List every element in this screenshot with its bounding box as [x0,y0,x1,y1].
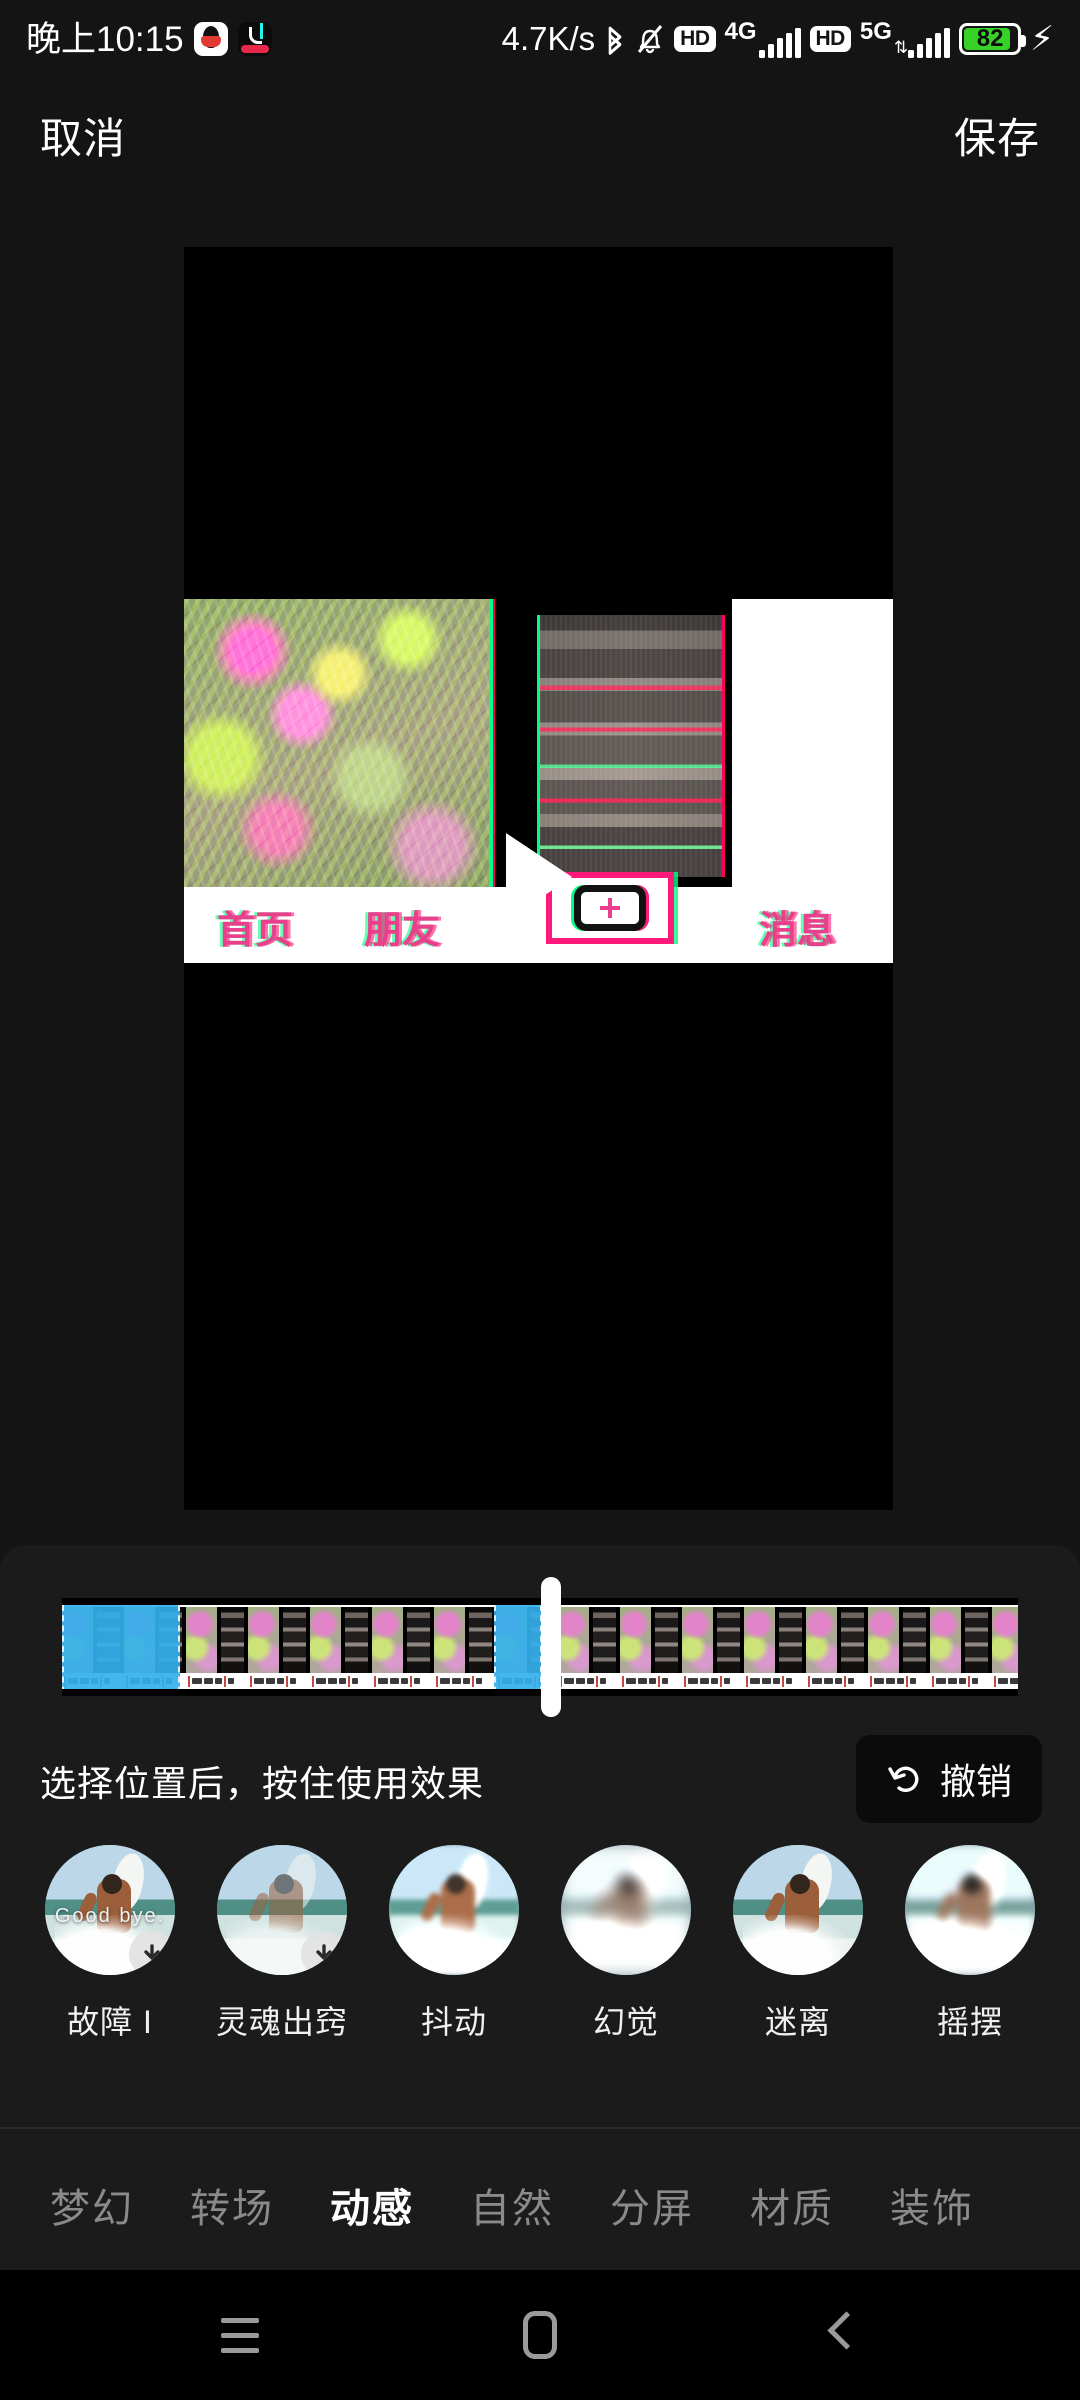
category-tab-4[interactable]: 分屏 [582,2176,722,2234]
timeline-frame [682,1605,744,1689]
home-icon[interactable] [505,2300,575,2370]
status-bar-left: 晚上10:15 [26,22,272,57]
timeline-frame [620,1605,682,1689]
feed-thumbnail-left [184,599,495,887]
hd-badge-sim2: HD [809,26,851,52]
app-screen: 晚上10:15 4.7K/s HD 4G HD 5G ⇅ 82 ⚡ 取消 保存 … [0,0,1080,2400]
effect-thumbnail[interactable] [217,1845,347,1975]
signal-sim2: 5G ⇅ [859,18,951,58]
android-navigation-bar [0,2270,1080,2400]
effect-label: 迷离 [764,2004,831,2040]
effect-label: 灵魂出窍 [215,2004,348,2040]
category-tab-1[interactable]: 转场 [162,2176,302,2234]
timeline-frame [372,1605,434,1689]
effect-thumbnail[interactable] [733,1845,863,1975]
hint-text: 选择位置后，按住使用效果 [40,1763,485,1804]
feed-white-area [732,599,893,887]
bluetooth-icon [604,22,626,56]
status-time: 晚上10:15 [26,19,184,59]
battery-percent: 82 [976,25,1004,52]
applied-effect-band[interactable] [62,1605,180,1689]
effect-item-0[interactable]: Good bye. 故障 I [24,1845,196,2043]
category-tab-3[interactable]: 自然 [442,2176,582,2234]
recorded-tab-messages: 消息 [759,910,836,952]
effect-preview-image [733,1845,863,1975]
status-bar: 晚上10:15 4.7K/s HD 4G HD 5G ⇅ 82 ⚡ [0,0,1080,78]
timeline-frame [930,1605,992,1689]
douyin-icon [237,22,272,56]
panel-divider [0,2127,1080,2129]
download-icon[interactable] [301,1931,347,1975]
effect-item-5[interactable]: 摇摆 [884,1845,1056,2043]
effect-label: 摇摆 [936,2004,1003,2040]
effect-item-3[interactable]: 幻觉 [540,1845,712,2043]
undo-label: 撤销 [939,1761,1012,1802]
effect-thumbnail[interactable]: Good bye. [45,1845,175,1975]
qq-icon [193,22,228,56]
timeline-frame [434,1605,496,1689]
signal-bars-sim1 [758,28,801,58]
effect-preview-image [561,1845,691,1975]
timeline-frame [186,1605,248,1689]
timeline-frame [310,1605,372,1689]
status-bar-right: 4.7K/s HD 4G HD 5G ⇅ 82 ⚡ [502,20,1054,58]
video-timeline[interactable] [62,1598,1018,1696]
data-transfer-icon: ⇅ [893,38,908,57]
timeline-frame [744,1605,806,1689]
signal-bars-sim2 [908,28,951,58]
timeline-frame [806,1605,868,1689]
plus-icon [574,885,646,931]
editor-top-bar: 取消 保存 [0,78,1080,193]
back-icon[interactable] [805,2300,875,2370]
timeline-frame [248,1605,310,1689]
playhead-handle[interactable] [541,1577,561,1717]
effect-item-2[interactable]: 抖动 [368,1845,540,2043]
effect-preview-image [389,1845,519,1975]
category-tab-0[interactable]: 梦幻 [22,2176,162,2234]
video-preview[interactable]: 163 47 首页 朋友 消息 [184,247,893,1510]
charging-bolt-icon: ⚡ [1030,20,1054,58]
recents-icon[interactable] [205,2300,275,2370]
category-tab-6[interactable]: 装饰 [862,2176,1002,2234]
category-tabs[interactable]: 梦幻 转场 动感 自然 分屏 材质 装饰 [0,2145,1080,2265]
effect-item-1[interactable]: 灵魂出窍 [196,1845,368,2043]
effect-label: 幻觉 [592,2004,659,2040]
undo-icon [886,1760,924,1798]
undo-button[interactable]: 撤销 [855,1735,1042,1823]
category-tab-5[interactable]: 材质 [722,2176,862,2234]
effects-list[interactable]: Good bye. 故障 I 灵魂出窍 抖动 幻觉 迷离 摇摆 [0,1845,1080,2125]
network-speed: 4.7K/s [501,20,596,57]
signal-sim1: 4G [725,20,801,58]
timeline-frame [558,1605,620,1689]
bell-muted-icon [635,22,665,56]
hint-row: 选择位置后，按住使用效果 撤销 [0,1725,1080,1835]
effect-preview-image [905,1845,1035,1975]
effect-label: 抖动 [420,2004,487,2040]
play-icon[interactable] [505,833,572,921]
effect-thumbnail[interactable] [561,1845,691,1975]
applied-effect-band[interactable] [494,1605,542,1689]
hd-badge-sim1: HD [674,26,716,52]
effect-label: 故障 I [67,2004,153,2040]
download-icon[interactable] [129,1931,175,1975]
effect-thumbnail-caption: Good bye. [54,1904,166,1927]
recorded-tab-friends: 朋友 [364,910,441,952]
cancel-button[interactable]: 取消 [40,105,126,166]
recorded-tab-home: 首页 [217,910,294,952]
effect-thumbnail[interactable] [389,1845,519,1975]
network-type-sim2: 5G [859,18,892,45]
battery-indicator: 82 [959,23,1027,55]
timeline-frame [868,1605,930,1689]
save-button[interactable]: 保存 [954,105,1040,166]
timeline-frame [992,1605,1018,1689]
network-type-sim1: 4G [724,18,757,45]
effect-thumbnail[interactable] [905,1845,1035,1975]
timeline-row [0,1577,1080,1717]
category-tab-2[interactable]: 动感 [302,2176,442,2234]
effect-item-4[interactable]: 迷离 [712,1845,884,2043]
